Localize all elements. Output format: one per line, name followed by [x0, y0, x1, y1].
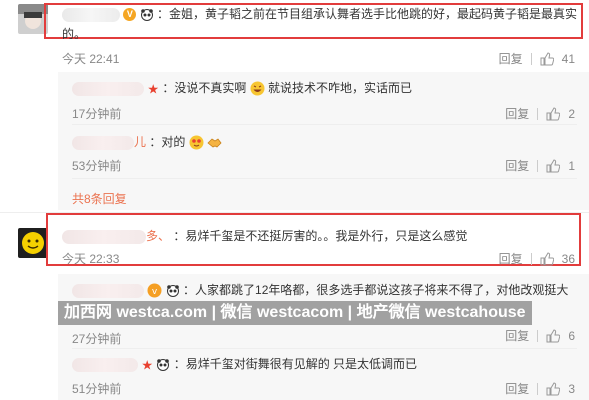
- comment-text: ：易烊千玺是不还挺厉害的。。我是外行，只是这么感觉: [173, 229, 468, 243]
- star-icon: ★: [141, 357, 153, 373]
- like-icon[interactable]: [546, 158, 561, 173]
- like-count: 41: [561, 51, 575, 66]
- like-icon[interactable]: [540, 251, 554, 266]
- reply-button[interactable]: 回复: [499, 50, 523, 67]
- reply-button[interactable]: 回复: [505, 157, 529, 174]
- reply-content: ★ ：易烊千玺对街舞很有见解的 只是太低调而已: [72, 356, 417, 373]
- badge-icon: v: [147, 283, 162, 298]
- like-icon[interactable]: [546, 106, 561, 121]
- comment-text: ：金姐，黄子韬之前在节目组承认舞者选手比他跳的好，最起码黄子韬是最真实: [157, 7, 578, 21]
- reply-button[interactable]: 回复: [505, 380, 529, 397]
- divider: [72, 124, 577, 125]
- timestamp: 53分钟前: [72, 159, 122, 173]
- reply-text: ：没说不真实啊: [162, 81, 247, 95]
- comment-actions: 回复 36: [499, 250, 575, 267]
- timestamp: 27分钟前: [72, 332, 122, 346]
- handshake-icon: [207, 138, 222, 148]
- username-tail[interactable]: 多、: [146, 229, 170, 243]
- panda-icon: [157, 358, 170, 371]
- reply-text-2: 就说技术不咋地，实话而已: [268, 81, 413, 95]
- watermark-banner: 加西网 westca.com | 微信 westcacom | 地产微信 wes…: [58, 301, 532, 325]
- avatar[interactable]: [18, 228, 48, 258]
- divider: [537, 159, 539, 172]
- username[interactable]: [62, 229, 146, 244]
- username[interactable]: [72, 81, 144, 96]
- like-icon[interactable]: [546, 328, 561, 343]
- timestamp: 51分钟前: [72, 382, 122, 396]
- divider: [72, 178, 577, 179]
- timestamp: 今天 22:41: [62, 52, 120, 66]
- reply-text: ：易烊千玺对街舞很有见解的 只是太低调而已: [173, 357, 418, 371]
- username[interactable]: [72, 135, 134, 150]
- reply-actions: 回复 2: [505, 105, 575, 122]
- timestamp: 17分钟前: [72, 107, 122, 121]
- comment-actions: 回复 41: [499, 50, 575, 67]
- reply-text: ：对的: [149, 135, 186, 149]
- like-count: 3: [568, 381, 575, 396]
- like-count: 1: [568, 158, 575, 173]
- drool-emoji-icon: [189, 135, 204, 150]
- reply-content: v ：人家都跳了12年咯都，很多选手都说这孩子将来不得了，对他改观挺大: [72, 282, 568, 299]
- like-icon[interactable]: [540, 51, 554, 66]
- comment-text-continued: 的。: [62, 27, 87, 41]
- like-count: 6: [568, 328, 575, 343]
- divider: [537, 382, 539, 395]
- reply-button[interactable]: 回复: [499, 250, 523, 267]
- panda-icon: [166, 284, 179, 297]
- reply-actions: 回复 1: [505, 157, 575, 174]
- divider: [530, 52, 532, 65]
- reply-actions: 回复 6: [505, 327, 575, 344]
- laugh-emoji-icon: [250, 81, 265, 96]
- panda-icon: [140, 8, 153, 21]
- username-tail[interactable]: 儿: [134, 135, 146, 149]
- reply-button[interactable]: 回复: [505, 327, 529, 344]
- more-replies-link[interactable]: 共8条回复: [72, 190, 127, 207]
- verified-badge-icon: V: [123, 8, 137, 22]
- reply-content: ★ ：没说不真实啊 就说技术不咋地，实话而已: [72, 80, 412, 97]
- comment-content: V ：金姐，黄子韬之前在节目组承认舞者选手比他跳的好，最起码黄子韬是最真实: [62, 6, 577, 23]
- svg-text:v: v: [152, 287, 158, 297]
- timestamp: 今天 22:33: [62, 252, 120, 266]
- username[interactable]: [72, 283, 144, 298]
- comment-content: 多、 ：易烊千玺是不还挺厉害的。。我是外行，只是这么感觉: [62, 228, 467, 245]
- star-icon: ★: [147, 81, 159, 97]
- like-count: 2: [568, 106, 575, 121]
- reply-button[interactable]: 回复: [505, 105, 529, 122]
- like-icon[interactable]: [546, 381, 561, 396]
- divider: [537, 329, 539, 342]
- like-count: 36: [561, 251, 575, 266]
- username[interactable]: [62, 7, 120, 22]
- divider: [530, 252, 532, 265]
- username[interactable]: [72, 357, 138, 372]
- divider: [537, 107, 539, 120]
- reply-text: ：人家都跳了12年咯都，很多选手都说这孩子将来不得了，对他改观挺大: [183, 283, 569, 297]
- reply-content: 儿 ：对的: [72, 134, 222, 151]
- reply-actions: 回复 3: [505, 380, 575, 397]
- divider: [72, 348, 577, 349]
